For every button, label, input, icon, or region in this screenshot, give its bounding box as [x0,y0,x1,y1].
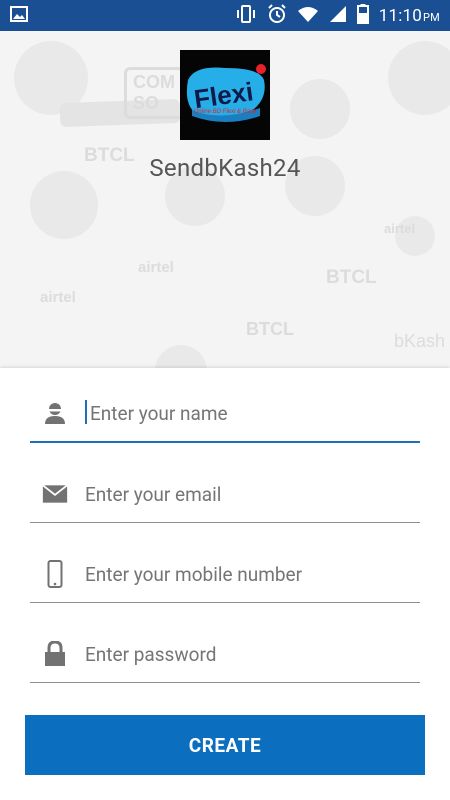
status-bar: 11:10PM [0,0,450,31]
lock-icon [42,641,68,667]
create-button[interactable]: CREATE [25,715,425,775]
app-name: SendbKash24 [149,154,301,182]
mobile-field[interactable]: Enter your mobile number [30,547,420,603]
logo-tagline: Online BD Flexi & Bank [194,109,258,115]
clock: 11:10PM [378,6,440,26]
phone-icon [42,560,68,588]
wifi-icon [297,5,319,27]
envelope-icon [42,481,68,507]
app-logo: Flexi Online BD Flexi & Bank [180,50,270,140]
email-placeholder: Enter your email [85,483,222,506]
battery-icon [356,4,369,28]
person-icon [42,400,68,426]
password-field[interactable]: Enter password [30,627,420,683]
image-icon [10,6,28,26]
signal-icon [329,5,347,27]
mobile-placeholder: Enter your mobile number [85,563,303,586]
password-placeholder: Enter password [85,643,217,666]
email-field[interactable]: Enter your email [30,467,420,523]
name-placeholder: Enter your name [90,402,228,425]
vibrate-icon [235,5,257,27]
alarm-icon [267,4,287,28]
text-cursor [85,400,87,424]
name-field[interactable]: Enter your name [30,386,420,443]
